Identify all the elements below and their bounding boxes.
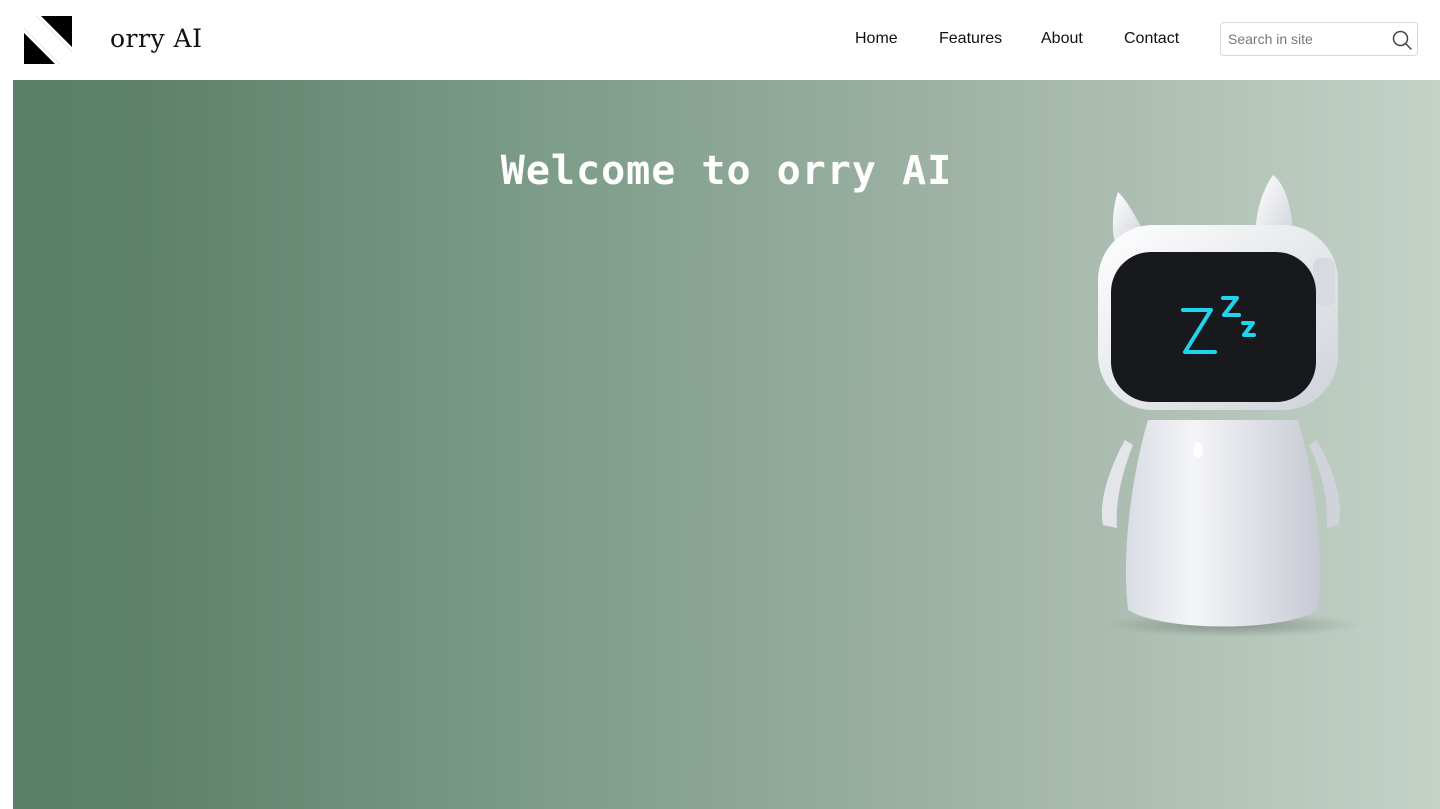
nav-contact[interactable]: Contact bbox=[1124, 30, 1179, 48]
hero-section: Welcome to orry AI bbox=[13, 80, 1440, 809]
sleeping-robot-illustration bbox=[1098, 175, 1363, 637]
search-icon[interactable] bbox=[1392, 30, 1412, 50]
nav-about[interactable]: About bbox=[1041, 30, 1083, 48]
nav-features[interactable]: Features bbox=[939, 30, 1002, 48]
search-box bbox=[1220, 22, 1418, 56]
site-header: orry AI Home Features About Contact bbox=[0, 0, 1440, 80]
brand-name[interactable]: orry AI bbox=[110, 24, 202, 53]
nav-home[interactable]: Home bbox=[855, 30, 898, 48]
logo-icon[interactable] bbox=[24, 16, 72, 64]
search-input[interactable] bbox=[1228, 23, 1388, 55]
